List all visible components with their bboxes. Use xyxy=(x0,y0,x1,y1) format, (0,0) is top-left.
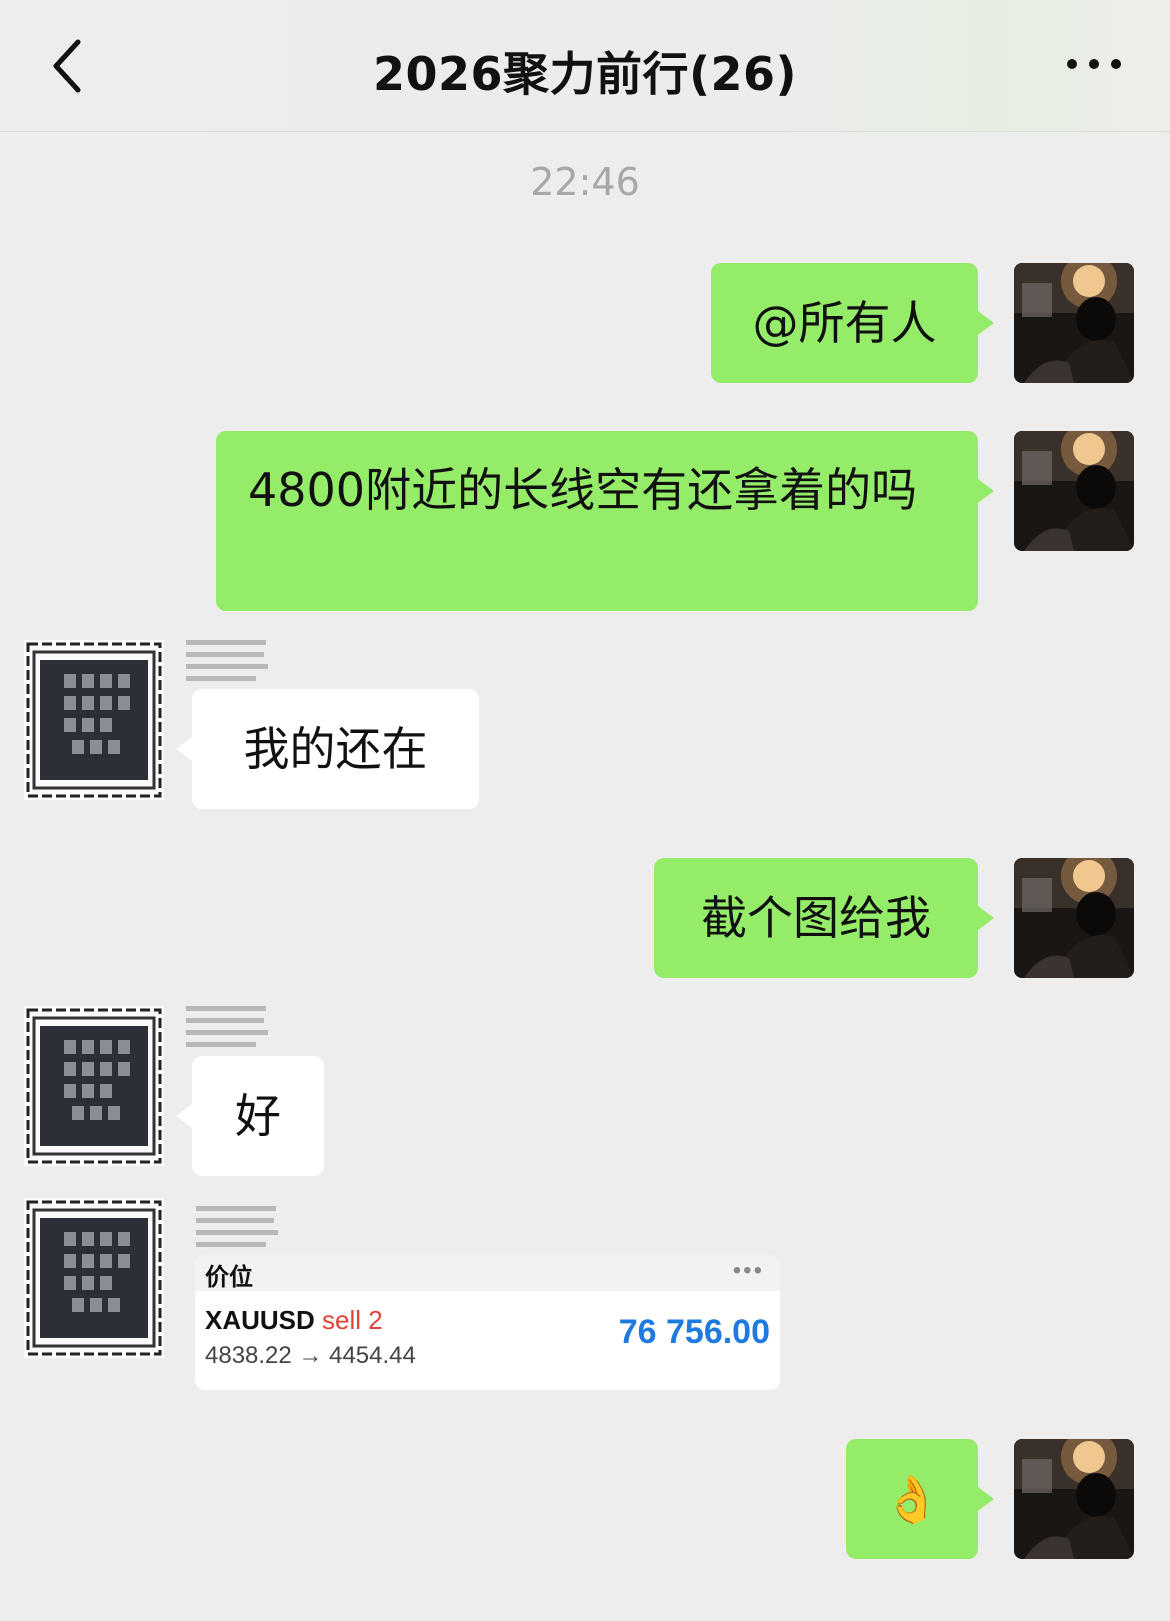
message-bubble-mine[interactable]: 👌 xyxy=(846,1439,978,1559)
chat-header: 2026聚力前行(26) xyxy=(0,0,1170,132)
trade-symbol-line: XAUUSD sell 2 xyxy=(205,1305,383,1336)
message-text: 截个图给我 xyxy=(701,891,931,945)
bubble-tail xyxy=(978,1487,994,1511)
trade-price-range: 4838.22 → 4454.44 xyxy=(205,1342,416,1369)
sender-name-blurred xyxy=(186,640,268,681)
trade-screenshot-card[interactable]: 价位 ••• XAUUSD sell 2 4838.22 → 4454.44 7… xyxy=(195,1255,780,1390)
message-text: @所有人 xyxy=(752,296,937,350)
ok-hand-emoji: 👌 xyxy=(883,1472,941,1526)
bubble-tail xyxy=(978,479,994,503)
my-avatar[interactable] xyxy=(1014,431,1134,551)
sender-name-blurred xyxy=(196,1206,278,1247)
member-avatar[interactable] xyxy=(24,640,164,800)
card-more-icon: ••• xyxy=(732,1257,764,1284)
trade-profit: 76 756.00 xyxy=(618,1313,770,1351)
member-avatar[interactable] xyxy=(24,1198,164,1358)
message-text: 我的还在 xyxy=(243,722,428,776)
trade-side: sell 2 xyxy=(322,1305,383,1335)
more-dots-icon[interactable] xyxy=(1066,54,1122,74)
message-timestamp: 22:46 xyxy=(530,160,640,204)
my-avatar[interactable] xyxy=(1014,263,1134,383)
message-text: 4800附近的长线空有还拿着的吗 xyxy=(248,463,918,517)
my-avatar[interactable] xyxy=(1014,1439,1134,1559)
chat-title: 2026聚力前行(26) xyxy=(372,47,798,101)
message-bubble-other[interactable]: 我的还在 xyxy=(192,689,479,809)
member-avatar[interactable] xyxy=(24,1006,164,1166)
bubble-tail xyxy=(978,311,994,335)
bubble-tail xyxy=(978,906,994,930)
trade-symbol: XAUUSD xyxy=(205,1305,315,1335)
message-text: 好 xyxy=(235,1089,281,1143)
message-bubble-mine[interactable]: @所有人 xyxy=(711,263,978,383)
bubble-tail xyxy=(176,1104,192,1128)
sender-name-blurred xyxy=(186,1006,268,1047)
bubble-tail xyxy=(176,737,192,761)
my-avatar[interactable] xyxy=(1014,858,1134,978)
message-bubble-mine[interactable]: 4800附近的长线空有还拿着的吗 xyxy=(216,431,978,611)
message-bubble-mine[interactable]: 截个图给我 xyxy=(654,858,978,978)
card-title: 价位 xyxy=(205,1264,253,1291)
message-bubble-other[interactable]: 好 xyxy=(192,1056,324,1176)
card-header: 价位 ••• xyxy=(195,1255,780,1291)
